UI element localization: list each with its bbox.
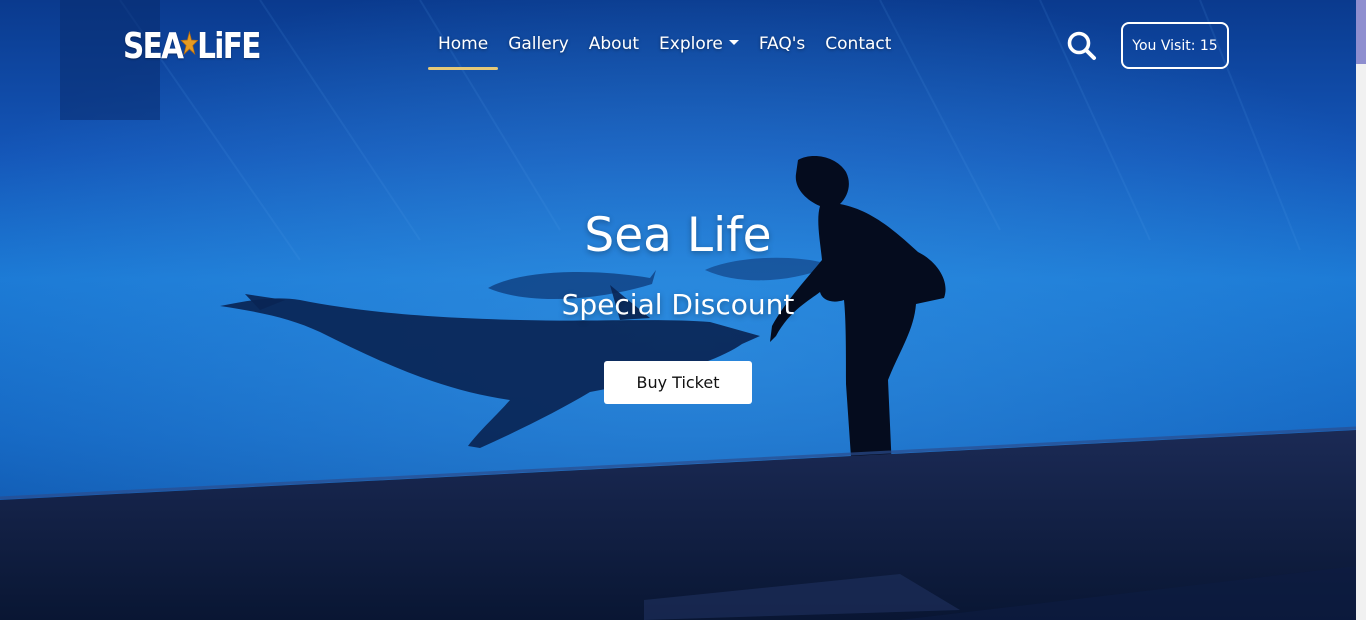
nav-link-about[interactable]: About <box>579 34 649 54</box>
nav-link-explore-label: Explore <box>659 34 723 54</box>
nav-link-faqs[interactable]: FAQ's <box>749 34 815 54</box>
search-button[interactable] <box>1064 28 1100 64</box>
nav-link-explore[interactable]: Explore <box>649 34 749 54</box>
page: SEA LiFE Home Gallery About Explore FAQ'… <box>0 0 1366 620</box>
starfish-icon <box>180 26 199 67</box>
hero-title: Sea Life <box>584 208 772 263</box>
logo-text-right: LiFE <box>197 25 261 67</box>
caret-down-icon <box>728 39 739 45</box>
scrollbar-thumb[interactable] <box>1356 0 1366 64</box>
visit-counter-badge: You Visit: 15 <box>1121 22 1229 69</box>
logo[interactable]: SEA LiFE <box>123 25 261 67</box>
nav-links: Home Gallery About Explore FAQ's Contact <box>428 30 901 70</box>
nav-link-gallery[interactable]: Gallery <box>498 34 579 54</box>
page-scrollbar[interactable] <box>1356 0 1366 620</box>
search-icon <box>1067 31 1096 60</box>
buy-ticket-button[interactable]: Buy Ticket <box>604 361 752 404</box>
hero-subtitle: Special Discount <box>561 288 795 321</box>
navbar: SEA LiFE Home Gallery About Explore FAQ'… <box>0 0 1356 90</box>
nav-link-home[interactable]: Home <box>428 34 499 70</box>
nav-link-contact[interactable]: Contact <box>815 34 901 54</box>
logo-text-left: SEA <box>123 25 184 67</box>
